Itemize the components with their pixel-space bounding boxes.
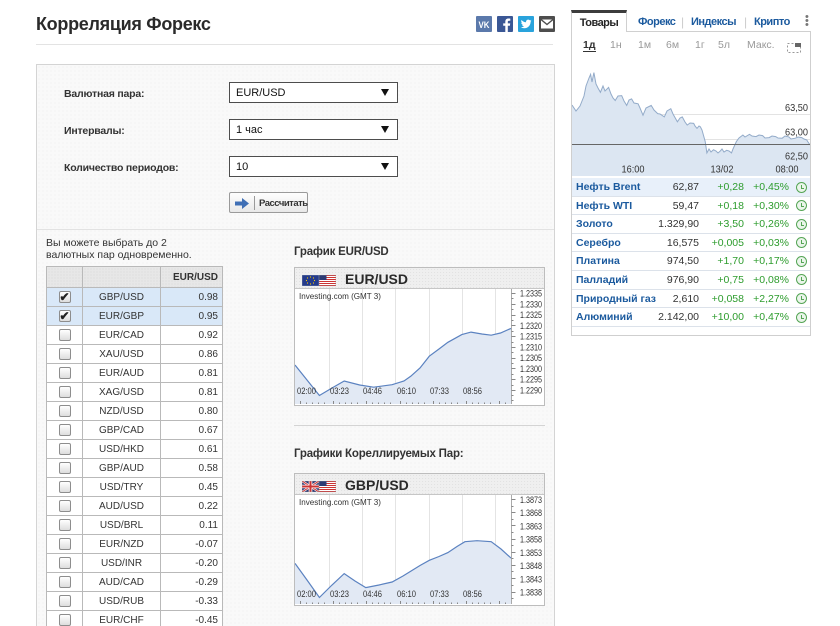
svg-text:07:33: 07:33 — [430, 589, 449, 599]
svg-text:1.2335: 1.2335 — [520, 289, 542, 299]
svg-text:1.3868: 1.3868 — [520, 508, 542, 518]
svg-text:1.3863: 1.3863 — [520, 521, 542, 531]
svg-text:03:23: 03:23 — [330, 386, 349, 396]
svg-text:06:10: 06:10 — [397, 589, 416, 599]
svg-text:Investing.com (GMT 3): Investing.com (GMT 3) — [299, 291, 381, 301]
svg-text:62,50: 62,50 — [785, 151, 808, 163]
svg-text:08:56: 08:56 — [463, 589, 482, 599]
svg-text:04:46: 04:46 — [363, 589, 382, 599]
svg-text:1.2300: 1.2300 — [520, 364, 542, 374]
svg-text:1.3843: 1.3843 — [520, 574, 542, 584]
svg-text:1.2305: 1.2305 — [520, 353, 542, 363]
svg-text:1.2295: 1.2295 — [520, 375, 542, 385]
svg-text:08:56: 08:56 — [463, 386, 482, 396]
svg-text:1.3848: 1.3848 — [520, 561, 542, 571]
svg-text:1.2310: 1.2310 — [520, 342, 542, 352]
svg-text:04:46: 04:46 — [363, 386, 382, 396]
svg-text:1.2315: 1.2315 — [520, 332, 542, 342]
svg-text:02:00: 02:00 — [297, 589, 316, 599]
svg-text:1.3838: 1.3838 — [520, 588, 542, 598]
svg-text:1.2320: 1.2320 — [520, 321, 542, 331]
svg-text:63,00: 63,00 — [785, 127, 808, 139]
svg-text:1.3853: 1.3853 — [520, 548, 542, 558]
svg-text:06:10: 06:10 — [397, 386, 416, 396]
svg-text:1.3873: 1.3873 — [520, 495, 542, 505]
svg-text:07:33: 07:33 — [430, 386, 449, 396]
svg-text:13/02: 13/02 — [711, 164, 734, 176]
svg-text:1.2290: 1.2290 — [520, 386, 542, 396]
svg-text:03:23: 03:23 — [330, 589, 349, 599]
svg-text:1.2325: 1.2325 — [520, 310, 542, 320]
svg-text:02:00: 02:00 — [297, 386, 316, 396]
svg-text:63,50: 63,50 — [785, 102, 808, 114]
svg-text:1.3858: 1.3858 — [520, 535, 542, 545]
svg-text:1.2330: 1.2330 — [520, 299, 542, 309]
svg-text:Investing.com (GMT 3): Investing.com (GMT 3) — [299, 497, 381, 507]
svg-text:VK: VK — [479, 20, 490, 30]
svg-text:16:00: 16:00 — [622, 164, 645, 176]
svg-text:08:00: 08:00 — [776, 164, 799, 176]
